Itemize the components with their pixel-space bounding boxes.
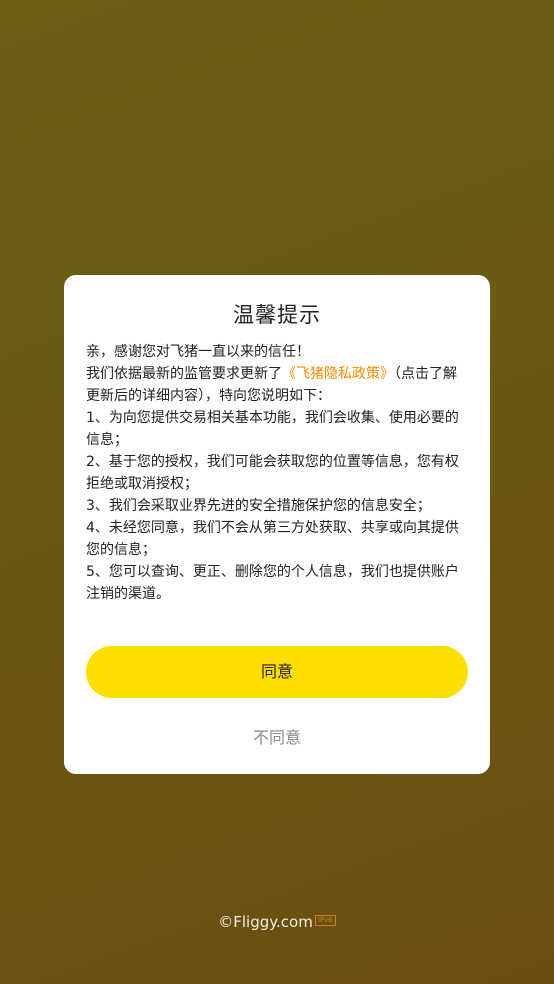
update-prefix: 我们依据最新的监管要求更新了 (86, 366, 282, 382)
dialog-body: 亲，感谢您对飞猪一直以来的信任！ 我们依据最新的监管要求更新了《飞猪隐私政策》（… (86, 341, 470, 605)
agree-button[interactable]: 同意 (86, 646, 468, 698)
disagree-button[interactable]: 不同意 (64, 724, 490, 748)
dialog-title: 温馨提示 (233, 303, 321, 327)
list-item: 1、为向您提供交易相关基本功能，我们会收集、使用必要的信息； (86, 410, 459, 448)
privacy-policy-link[interactable]: 《飞猪隐私政策》 (282, 366, 394, 382)
privacy-dialog: 温馨提示 亲，感谢您对飞猪一直以来的信任！ 我们依据最新的监管要求更新了《飞猪隐… (64, 275, 490, 774)
list-item: 2、基于您的授权，我们可能会获取您的位置等信息，您有权拒绝或取消授权； (86, 454, 459, 492)
list-item: 3、我们会采取业界先进的安全措施保护您的信息安全； (86, 498, 431, 514)
footer: ©Fliggy.com IPv6 (0, 913, 554, 931)
copyright-text: ©Fliggy.com (218, 913, 313, 931)
list-item: 4、未经您同意，我们不会从第三方处获取、共享或向其提供您的信息； (86, 520, 459, 558)
update-notice: 我们依据最新的监管要求更新了《飞猪隐私政策》（点击了解更新后的详细内容），特向您… (86, 363, 470, 407)
ipv6-badge: IPv6 (314, 915, 336, 926)
greeting-text: 亲，感谢您对飞猪一直以来的信任！ (86, 344, 310, 360)
list-item: 5、您可以查询、更正、删除您的个人信息，我们也提供账户注销的渠道。 (86, 564, 459, 602)
